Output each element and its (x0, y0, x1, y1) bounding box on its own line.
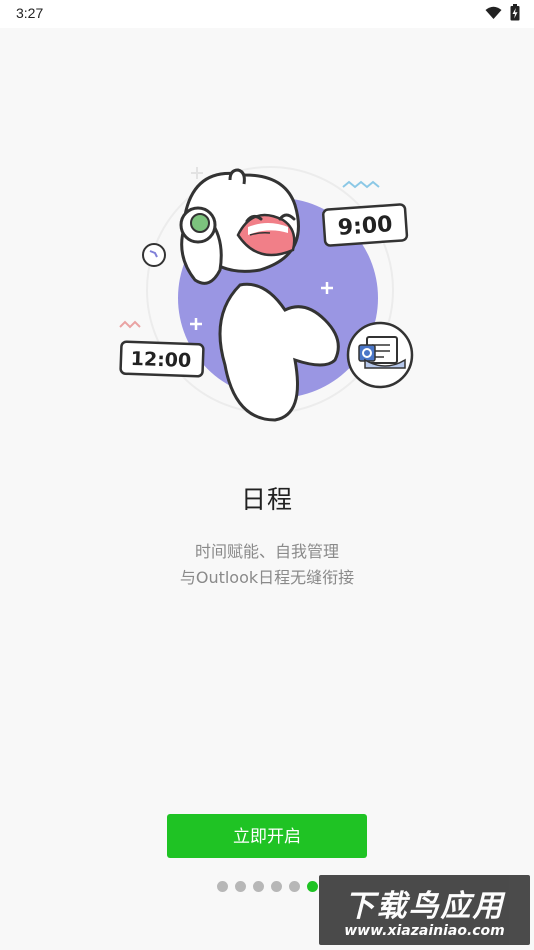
time-badge-900: 9:00 (337, 212, 393, 241)
wifi-icon (485, 6, 502, 19)
status-bar: 3:27 (0, 0, 534, 28)
page-dot[interactable] (235, 881, 246, 892)
status-time: 3:27 (16, 5, 44, 21)
page-dot[interactable] (289, 881, 300, 892)
time-badge-1200: 12:00 (130, 348, 191, 372)
subtitle-line-2: 与Outlook日程无缝衔接 (179, 568, 355, 587)
subtitle-line-1: 时间赋能、自我管理 (194, 542, 339, 561)
watermark-url: www.xiazainiao.com (344, 923, 505, 939)
mascot-illustration: 9:00 12:00 (119, 166, 414, 422)
page-dot-active[interactable] (307, 881, 318, 892)
page-dot[interactable] (253, 881, 264, 892)
page-dot[interactable] (217, 881, 228, 892)
page-title: 日程 (240, 485, 293, 514)
page-indicator (217, 881, 318, 892)
watermark-title: 下载鸟应用 (344, 889, 505, 924)
page-dot[interactable] (271, 881, 282, 892)
schedule-illustration: 9:00 12:00 (110, 155, 430, 445)
status-icons (485, 4, 520, 21)
watermark-logo: 下载鸟应用 www.xiazainiao.com (319, 875, 530, 945)
battery-charging-icon (510, 4, 520, 21)
start-button[interactable]: 立即开启 (167, 814, 367, 858)
